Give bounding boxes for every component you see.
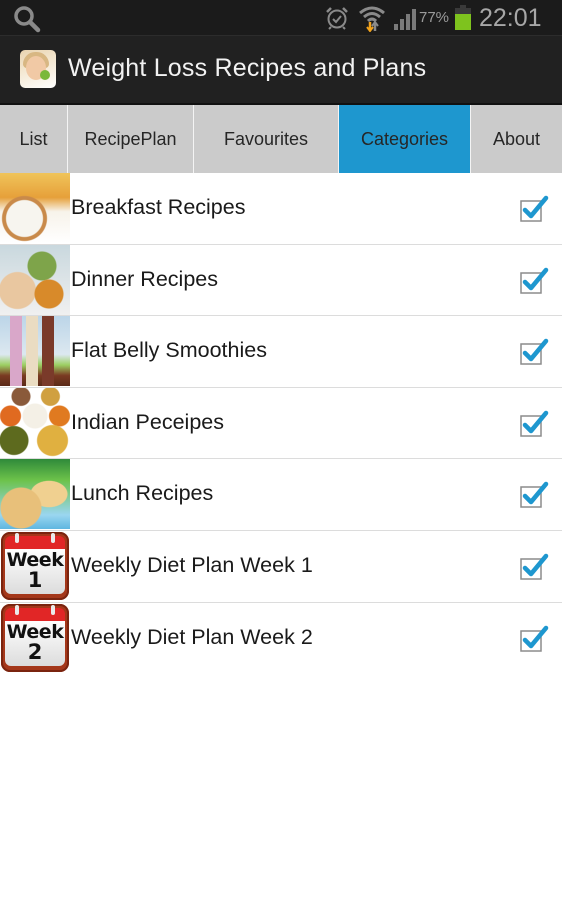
tab-about[interactable]: About <box>471 105 562 173</box>
calendar-week-icon: Week 2 <box>0 602 70 673</box>
tab-recipeplan[interactable]: RecipePlan <box>68 105 194 173</box>
signal-icon <box>394 9 416 30</box>
category-label: Lunch Recipes <box>71 481 214 506</box>
checkbox-checked-icon[interactable] <box>519 336 549 366</box>
dinner-thumbnail <box>0 244 70 315</box>
tab-bar: List RecipePlan Favourites Categories Ab… <box>0 103 562 173</box>
category-row-week-2[interactable]: Week 2 Weekly Diet Plan Week 2 <box>0 602 562 675</box>
category-label: Weekly Diet Plan Week 2 <box>71 624 313 649</box>
calendar-number: 2 <box>27 639 43 664</box>
wifi-icon <box>359 6 385 32</box>
breakfast-thumbnail <box>0 173 70 243</box>
checkbox-checked-icon[interactable] <box>519 551 549 581</box>
tab-list[interactable]: List <box>0 105 68 173</box>
calendar-word: Week <box>6 620 64 643</box>
indian-thumbnail <box>0 387 70 458</box>
category-row-indian[interactable]: Indian Peceipes <box>0 387 562 460</box>
category-list: Breakfast Recipes Dinner Recipes Flat Be… <box>0 173 562 674</box>
checkbox-checked-icon[interactable] <box>519 193 549 223</box>
alarm-icon <box>326 7 348 30</box>
action-bar: Weight Loss Recipes and Plans <box>0 36 562 103</box>
tab-categories[interactable]: Categories <box>339 105 471 173</box>
smoothies-thumbnail <box>0 316 70 387</box>
tab-label: About <box>492 128 541 149</box>
category-row-dinner[interactable]: Dinner Recipes <box>0 244 562 317</box>
category-label: Indian Peceipes <box>71 409 224 434</box>
category-label: Weekly Diet Plan Week 1 <box>71 552 313 577</box>
category-label: Breakfast Recipes <box>71 195 246 219</box>
tab-label: Favourites <box>223 128 309 149</box>
search-icon[interactable] <box>12 5 42 33</box>
checkbox-checked-icon[interactable] <box>519 479 549 509</box>
category-row-breakfast[interactable]: Breakfast Recipes <box>0 173 562 245</box>
status-bar: 77% 22:01 <box>0 0 562 36</box>
battery-icon <box>455 5 471 30</box>
tab-label: Categories <box>360 128 449 149</box>
category-row-smoothies[interactable]: Flat Belly Smoothies <box>0 316 562 388</box>
calendar-number: 1 <box>27 567 43 592</box>
battery-percent: 77% <box>419 9 450 26</box>
category-label: Flat Belly Smoothies <box>71 338 267 363</box>
checkbox-checked-icon[interactable] <box>519 265 549 295</box>
lunch-thumbnail <box>0 459 70 530</box>
checkbox-checked-icon[interactable] <box>519 408 549 438</box>
tab-label: List <box>19 128 48 149</box>
checkbox-checked-icon[interactable] <box>519 623 549 653</box>
category-row-lunch[interactable]: Lunch Recipes <box>0 459 562 531</box>
tab-favourites[interactable]: Favourites <box>194 105 339 173</box>
category-row-week-1[interactable]: Week 1 Weekly Diet Plan Week 1 <box>0 530 562 603</box>
calendar-week-icon: Week 1 <box>0 530 70 601</box>
clock: 22:01 <box>479 4 542 32</box>
app-title: Weight Loss Recipes and Plans <box>68 54 427 82</box>
tab-label: RecipePlan <box>84 128 177 149</box>
calendar-word: Week <box>6 548 64 571</box>
category-label: Dinner Recipes <box>71 266 218 291</box>
app-logo-icon[interactable] <box>20 50 56 88</box>
